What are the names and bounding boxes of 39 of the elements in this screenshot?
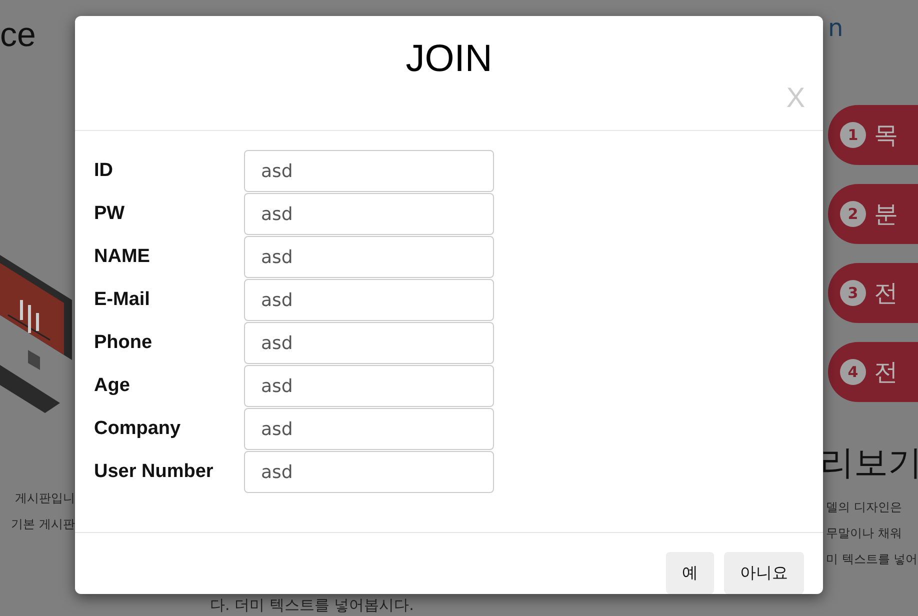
field-label: PW [94, 203, 126, 225]
input-field[interactable]: asd [244, 150, 494, 192]
step-pill[interactable]: 2 분 [828, 184, 918, 244]
field-label: NAME [94, 246, 151, 268]
step-number: 3 [840, 280, 866, 306]
section-heading: 리보기 [820, 442, 918, 485]
input-field[interactable]: asd [244, 279, 494, 321]
paragraph-line: 기본 게시판 [10, 516, 75, 533]
field-label: User Number [94, 461, 214, 483]
field-label: Age [94, 375, 131, 397]
input-field[interactable]: asd [244, 236, 494, 278]
input-field[interactable]: asd [244, 451, 494, 493]
step-number: 4 [840, 359, 866, 385]
paragraph-line: 델의 디자인은 [826, 499, 903, 516]
input-field[interactable]: asd [244, 408, 494, 450]
input-field[interactable]: asd [244, 193, 494, 235]
step-label: 목 [874, 120, 898, 151]
field-label: ID [94, 160, 114, 182]
dialog-title: JOIN [406, 38, 492, 82]
step-pill[interactable]: 4 전 [828, 342, 918, 402]
paragraph-line: 무말이나 채워 [826, 525, 903, 542]
field-label: Company [94, 418, 182, 440]
field-label: E-Mail [94, 289, 151, 311]
paragraph-line: 게시판입니 [14, 490, 75, 507]
step-number: 2 [840, 201, 866, 227]
step-label: 전 [874, 278, 898, 309]
page-heading: ce [0, 15, 37, 55]
step-label: 전 [874, 357, 898, 388]
paragraph-line: 미 텍스트를 넣어 [826, 551, 918, 568]
step-number: 1 [840, 122, 866, 148]
field-label: Phone [94, 332, 154, 354]
step-pill[interactable]: 3 전 [828, 263, 918, 323]
input-field[interactable]: asd [244, 365, 494, 407]
yes-button[interactable]: 예 [666, 552, 714, 594]
input-field[interactable]: asd [244, 322, 494, 364]
step-pill[interactable]: 1 목 [828, 105, 918, 165]
step-label: 분 [874, 199, 898, 230]
no-button[interactable]: 아니요 [724, 552, 804, 594]
paragraph-line: 다. 더미 텍스트를 넣어봅시다. [210, 596, 414, 615]
